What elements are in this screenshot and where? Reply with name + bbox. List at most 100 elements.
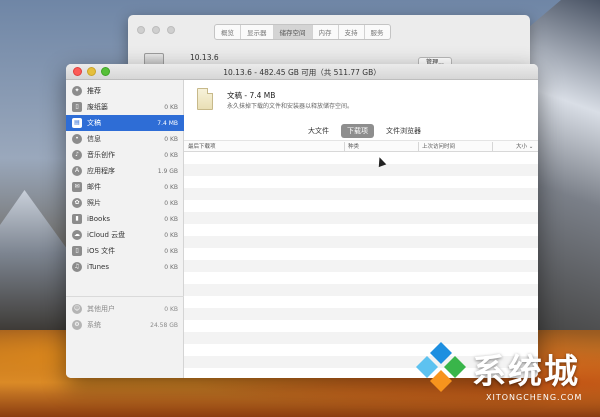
table-header: 最后下载项 种类 上次访问时间 大小 ⌄	[184, 140, 538, 152]
minimize-dot[interactable]	[152, 26, 160, 34]
table-row[interactable]	[184, 152, 538, 164]
gear-icon: ⚙	[72, 320, 82, 330]
music-icon: ♫	[72, 262, 82, 272]
tab-service[interactable]: 服务	[365, 25, 390, 39]
column-header-size[interactable]: 大小 ⌄	[516, 142, 533, 152]
sidebar-item-size: 0 KB	[164, 215, 178, 223]
storage-management-window: 10.13.6 - 482.45 GB 可用（共 511.77 GB） ✦ 推荐…	[66, 64, 538, 378]
sidebar-item-ios-files[interactable]: ▯ iOS 文件 0 KB	[66, 243, 184, 259]
table-row[interactable]	[184, 248, 538, 260]
view-tabs: 大文件 下载项 文件浏览器	[302, 124, 427, 138]
phone-icon: ▯	[72, 246, 82, 256]
table-row[interactable]	[184, 284, 538, 296]
table-row[interactable]	[184, 212, 538, 224]
sidebar-item-recommendations[interactable]: ✦ 推荐	[66, 83, 184, 99]
table-row[interactable]	[184, 296, 538, 308]
watermark-url: XITONGCHENG.COM	[486, 393, 583, 402]
tab-storage[interactable]: 储存空间	[273, 25, 313, 39]
sidebar-item-photos[interactable]: ✿ 照片 0 KB	[66, 195, 184, 211]
sidebar-item-label: 系统	[87, 321, 101, 329]
sidebar-item-label: 废纸篓	[87, 103, 108, 111]
sidebar-item-label: 照片	[87, 199, 101, 207]
sidebar-divider	[66, 296, 184, 297]
lightbulb-icon: ✦	[72, 86, 82, 96]
wallpaper-mountain-left	[0, 190, 70, 330]
sidebar-item-size: 0 KB	[164, 199, 178, 207]
tab-support[interactable]: 支持	[339, 25, 365, 39]
zoom-dot[interactable]	[167, 26, 175, 34]
sidebar-item-size: 1.9 GB	[157, 167, 178, 175]
column-divider[interactable]	[344, 142, 345, 151]
about-tabs: 概览 显示器 储存空间 内存 支持 服务	[214, 24, 391, 40]
sidebar-item-label: 其他用户	[87, 305, 115, 313]
tab-large-files[interactable]: 大文件	[302, 124, 335, 138]
guitar-icon: ♪	[72, 150, 82, 160]
sidebar-item-size: 0 KB	[164, 183, 178, 191]
tab-memory[interactable]: 内存	[313, 25, 339, 39]
watermark-logo	[416, 342, 466, 392]
sidebar-item-size: 0 KB	[164, 103, 178, 111]
sidebar-item-messages[interactable]: • 信息 0 KB	[66, 131, 184, 147]
sidebar-item-label: iCloud 云盘	[87, 231, 126, 239]
sidebar-item-ibooks[interactable]: ▮ iBooks 0 KB	[66, 211, 184, 227]
table-row[interactable]	[184, 188, 538, 200]
table-row[interactable]	[184, 308, 538, 320]
photos-icon: ✿	[72, 198, 82, 208]
sidebar-item-music-creation[interactable]: ♪ 音乐创作 0 KB	[66, 147, 184, 163]
sidebar-item-itunes[interactable]: ♫ iTunes 0 KB	[66, 259, 184, 275]
title-bar[interactable]: 10.13.6 - 482.45 GB 可用（共 511.77 GB）	[66, 64, 538, 80]
logo-diamond-bottom	[430, 370, 452, 392]
column-header-name[interactable]: 最后下载项	[188, 142, 216, 152]
tab-overview[interactable]: 概览	[215, 25, 241, 39]
document-icon: ▤	[72, 118, 82, 128]
table-row[interactable]	[184, 236, 538, 248]
sidebar-item-size: 0 KB	[164, 151, 178, 159]
sidebar-item-label: 文稿	[87, 119, 101, 127]
apps-icon: A	[72, 166, 82, 176]
sidebar-item-label: 应用程序	[87, 167, 115, 175]
sidebar: ✦ 推荐 ▯ 废纸篓 0 KB ▤ 文稿 7.4 MB • 信息 0 KB ♪ …	[66, 80, 184, 378]
window-title: 10.13.6 - 482.45 GB 可用（共 511.77 GB）	[223, 68, 381, 77]
document-icon	[197, 88, 213, 110]
sidebar-item-label: 推荐	[87, 87, 101, 95]
table-row[interactable]	[184, 176, 538, 188]
trash-icon: ▯	[72, 102, 82, 112]
sidebar-item-mail[interactable]: ✉ 邮件 0 KB	[66, 179, 184, 195]
sidebar-item-documents[interactable]: ▤ 文稿 7.4 MB	[66, 115, 184, 131]
table-row[interactable]	[184, 272, 538, 284]
sidebar-item-icloud[interactable]: ☁ iCloud 云盘 0 KB	[66, 227, 184, 243]
logo-diamond-right	[444, 356, 466, 378]
sidebar-item-size: 24.58 GB	[150, 321, 178, 329]
logo-diamond-top	[430, 342, 452, 364]
tab-displays[interactable]: 显示器	[241, 25, 274, 39]
sidebar-item-system[interactable]: ⚙ 系统 24.58 GB	[66, 317, 184, 333]
watermark-text: 系统城	[472, 352, 580, 392]
table-row[interactable]	[184, 332, 538, 344]
table-row[interactable]	[184, 224, 538, 236]
column-divider[interactable]	[418, 142, 419, 151]
table-row[interactable]	[184, 320, 538, 332]
column-header-kind[interactable]: 种类	[348, 142, 359, 152]
table-row[interactable]	[184, 200, 538, 212]
tab-downloads[interactable]: 下载项	[341, 124, 374, 138]
sidebar-item-trash[interactable]: ▯ 废纸篓 0 KB	[66, 99, 184, 115]
table-row[interactable]	[184, 260, 538, 272]
tab-file-browser[interactable]: 文件浏览器	[380, 124, 427, 138]
documents-pane: 文稿 - 7.4 MB 永久抹掉下载的文件和安装器以释放储存空间。 大文件 下载…	[184, 80, 538, 378]
sidebar-item-label: iBooks	[87, 215, 111, 223]
column-header-last-access[interactable]: 上次访问时间	[422, 142, 455, 152]
column-divider[interactable]	[492, 142, 493, 151]
category-description: 永久抹掉下载的文件和安装器以释放储存空间。	[227, 103, 354, 110]
sidebar-item-label: 邮件	[87, 183, 101, 191]
sidebar-item-label: 信息	[87, 135, 101, 143]
close-dot[interactable]	[137, 26, 145, 34]
sidebar-item-label: iOS 文件	[87, 247, 116, 255]
sidebar-item-size: 0 KB	[164, 305, 178, 313]
mail-icon: ✉	[72, 182, 82, 192]
sidebar-item-other-users[interactable]: ☺ 其他用户 0 KB	[66, 301, 184, 317]
sidebar-item-label: 音乐创作	[87, 151, 115, 159]
sidebar-item-applications[interactable]: A 应用程序 1.9 GB	[66, 163, 184, 179]
sidebar-item-size: 0 KB	[164, 231, 178, 239]
sidebar-item-size: 7.4 MB	[157, 119, 178, 127]
table-row[interactable]	[184, 164, 538, 176]
